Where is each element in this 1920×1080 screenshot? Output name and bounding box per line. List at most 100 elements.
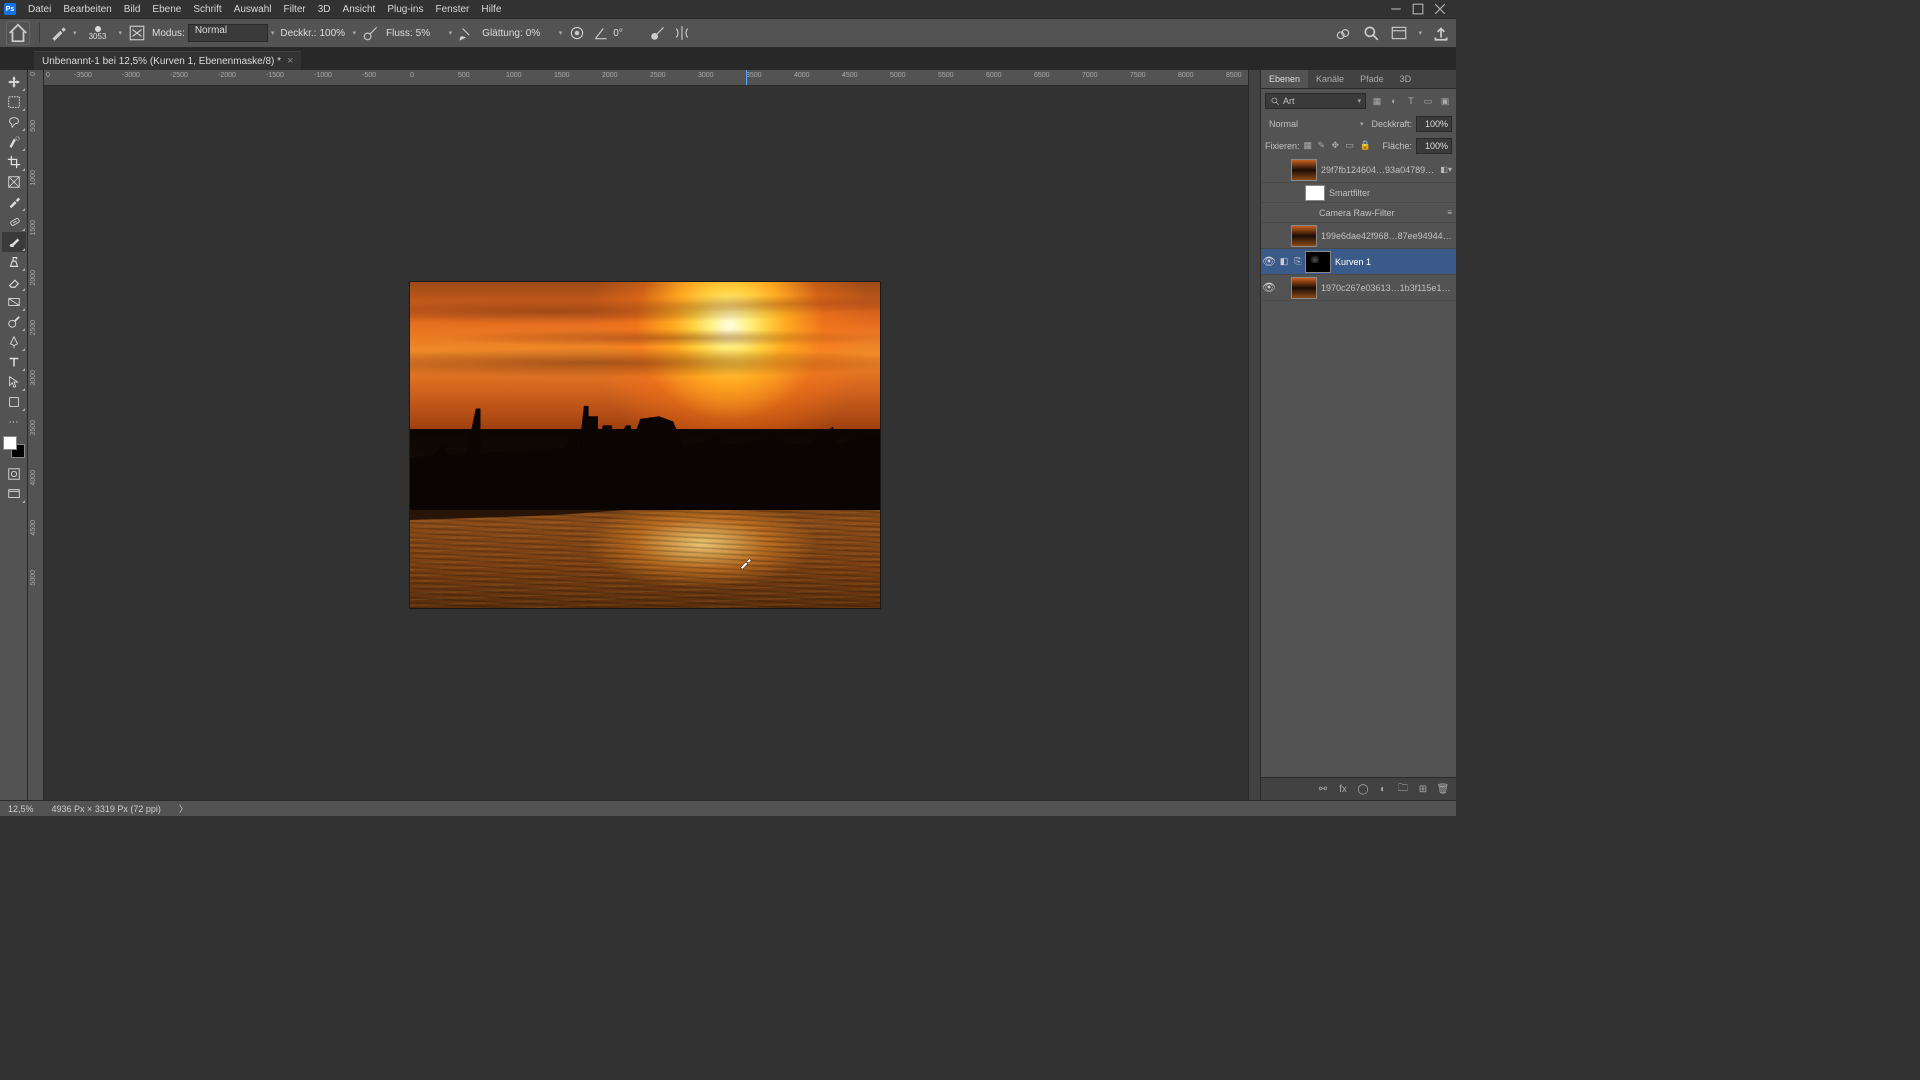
quick-select-tool[interactable] [2,132,26,152]
layer-name[interactable]: Camera Raw-Filter [1319,208,1447,218]
share-icon[interactable] [1432,24,1450,42]
move-tool[interactable] [2,72,26,92]
pen-tool[interactable] [2,332,26,352]
zoom-level[interactable]: 12,5% [8,804,34,814]
symmetry-toggle[interactable] [673,24,691,42]
layer-name[interactable]: 1970c267e03613…1b3f115e14179 [1321,283,1456,293]
fill-value[interactable]: 100% [1416,138,1452,154]
dodge-tool[interactable] [2,312,26,332]
tab-3d[interactable]: 3D [1392,70,1420,88]
close-tab-icon[interactable]: × [287,55,293,67]
gradient-tool[interactable] [2,292,26,312]
tab-kanaele[interactable]: Kanäle [1308,70,1352,88]
layer-fx-icon[interactable]: fx [1336,782,1350,796]
menu-file[interactable]: Datei [22,2,57,17]
chevron-down-icon[interactable]: ▾ [271,29,275,37]
lock-brush-icon[interactable]: ✎ [1318,140,1330,152]
menu-help[interactable]: Hilfe [475,2,507,17]
lock-position-icon[interactable]: ✥ [1332,140,1344,152]
canvas[interactable] [44,86,1248,800]
menu-type[interactable]: Schrift [187,2,227,17]
window-close-icon[interactable] [1434,3,1446,15]
more-tools[interactable]: ⋯ [2,412,26,432]
lock-pixels-icon[interactable]: ▦ [1304,140,1316,152]
layer-opacity-value[interactable]: 100% [1416,116,1452,132]
filter-shape-icon[interactable]: ▭ [1421,94,1435,108]
opacity-value[interactable]: 100% [319,28,349,39]
layer-row[interactable]: 👁 ◧ ⎘ Kurven 1 [1261,249,1456,275]
status-chevron-icon[interactable]: 〉 [179,802,188,815]
document-dimensions[interactable]: 4936 Px × 3319 Px (72 ppi) [52,804,161,814]
filter-type-icon[interactable]: T [1404,94,1418,108]
chevron-down-icon[interactable]: ▾ [352,29,356,37]
angle-value[interactable]: 0° [613,28,643,39]
chevron-down-icon[interactable]: ▾ [119,29,123,37]
foreground-color-swatch[interactable] [3,436,17,450]
menu-select[interactable]: Auswahl [228,2,278,17]
menu-plugins[interactable]: Plug-ins [381,2,429,17]
filter-adjust-icon[interactable]: ◐ [1387,94,1401,108]
chevron-down-icon[interactable]: ▾ [559,29,563,37]
layer-name[interactable]: 199e6dae42f968…87ee949448024 [1321,231,1456,241]
layer-thumbnail[interactable] [1291,277,1317,299]
layer-mask-thumbnail[interactable] [1305,251,1331,273]
layer-row[interactable]: 👁 1970c267e03613…1b3f115e14179 [1261,275,1456,301]
window-maximize-icon[interactable] [1412,3,1424,15]
blend-mode-select[interactable]: Normal [188,24,268,42]
visibility-toggle[interactable]: 👁 [1261,281,1277,294]
vertical-ruler[interactable]: 0 500 1000 1500 2000 2500 3000 3500 4000… [28,70,44,800]
type-tool[interactable] [2,352,26,372]
arrange-docs-icon[interactable] [1390,24,1408,42]
collapsed-panel-strip[interactable] [1248,70,1260,800]
delete-layer-icon[interactable]: 🗑 [1436,782,1450,796]
path-select-tool[interactable] [2,372,26,392]
search-icon[interactable] [1362,24,1380,42]
menu-view[interactable]: Ansicht [337,2,382,17]
lock-all-icon[interactable]: 🔒 [1360,140,1372,152]
menu-filter[interactable]: Filter [278,2,312,17]
chevron-down-icon[interactable]: ▾ [449,29,453,37]
frame-tool[interactable] [2,172,26,192]
cloud-docs-icon[interactable] [1334,24,1352,42]
layer-row[interactable]: Camera Raw-Filter ≡ [1261,203,1456,223]
smoothing-options-icon[interactable] [568,24,586,42]
brush-preset-picker[interactable]: 3053 [83,20,113,46]
lock-artboard-icon[interactable]: ▭ [1346,140,1358,152]
chevron-down-icon[interactable]: ▾ [1418,29,1422,37]
layer-name[interactable]: Smartfilter [1329,188,1456,198]
flow-value[interactable]: 5% [416,28,446,39]
layer-name[interactable]: 29f7fb124604…93a047894a38 [1321,165,1440,175]
menu-layer[interactable]: Ebene [146,2,187,17]
tab-pfade[interactable]: Pfade [1352,70,1392,88]
quick-mask-toggle[interactable] [2,464,26,484]
layer-blend-select[interactable]: Normal▾ [1265,119,1367,129]
new-group-icon[interactable]: 🗀 [1396,782,1410,796]
home-button[interactable] [6,21,30,45]
layer-row[interactable]: Smartfilter [1261,183,1456,203]
clone-stamp-tool[interactable] [2,252,26,272]
new-layer-icon[interactable]: ⊞ [1416,782,1430,796]
menu-image[interactable]: Bild [118,2,147,17]
filter-pixel-icon[interactable]: ▦ [1370,94,1384,108]
layer-row[interactable]: 199e6dae42f968…87ee949448024 [1261,223,1456,249]
chevron-down-icon[interactable]: ▾ [73,29,77,37]
new-adjustment-icon[interactable]: ◐ [1376,782,1390,796]
layer-row[interactable]: 29f7fb124604…93a047894a38 ◧▾ [1261,157,1456,183]
tool-preset-icon[interactable] [49,24,67,42]
layer-name[interactable]: Kurven 1 [1335,257,1456,267]
airbrush-toggle[interactable] [458,24,476,42]
crop-tool[interactable] [2,152,26,172]
screen-mode-toggle[interactable] [2,484,26,504]
layer-thumbnail[interactable] [1291,225,1317,247]
brush-tool[interactable] [2,232,26,252]
lasso-tool[interactable] [2,112,26,132]
filter-smart-icon[interactable]: ▣ [1438,94,1452,108]
shape-tool[interactable] [2,392,26,412]
document-tab[interactable]: Unbenannt-1 bei 12,5% (Kurven 1, Ebenenm… [34,51,301,70]
horizontal-ruler[interactable]: 0 -3500 -3000 -2500 -2000 -1500 -1000 -5… [44,70,1248,86]
add-mask-icon[interactable]: ◯ [1356,782,1370,796]
menu-3d[interactable]: 3D [312,2,337,17]
layer-filter-select[interactable]: Art ▾ [1265,93,1366,109]
healing-tool[interactable] [2,212,26,232]
menu-window[interactable]: Fenster [429,2,475,17]
